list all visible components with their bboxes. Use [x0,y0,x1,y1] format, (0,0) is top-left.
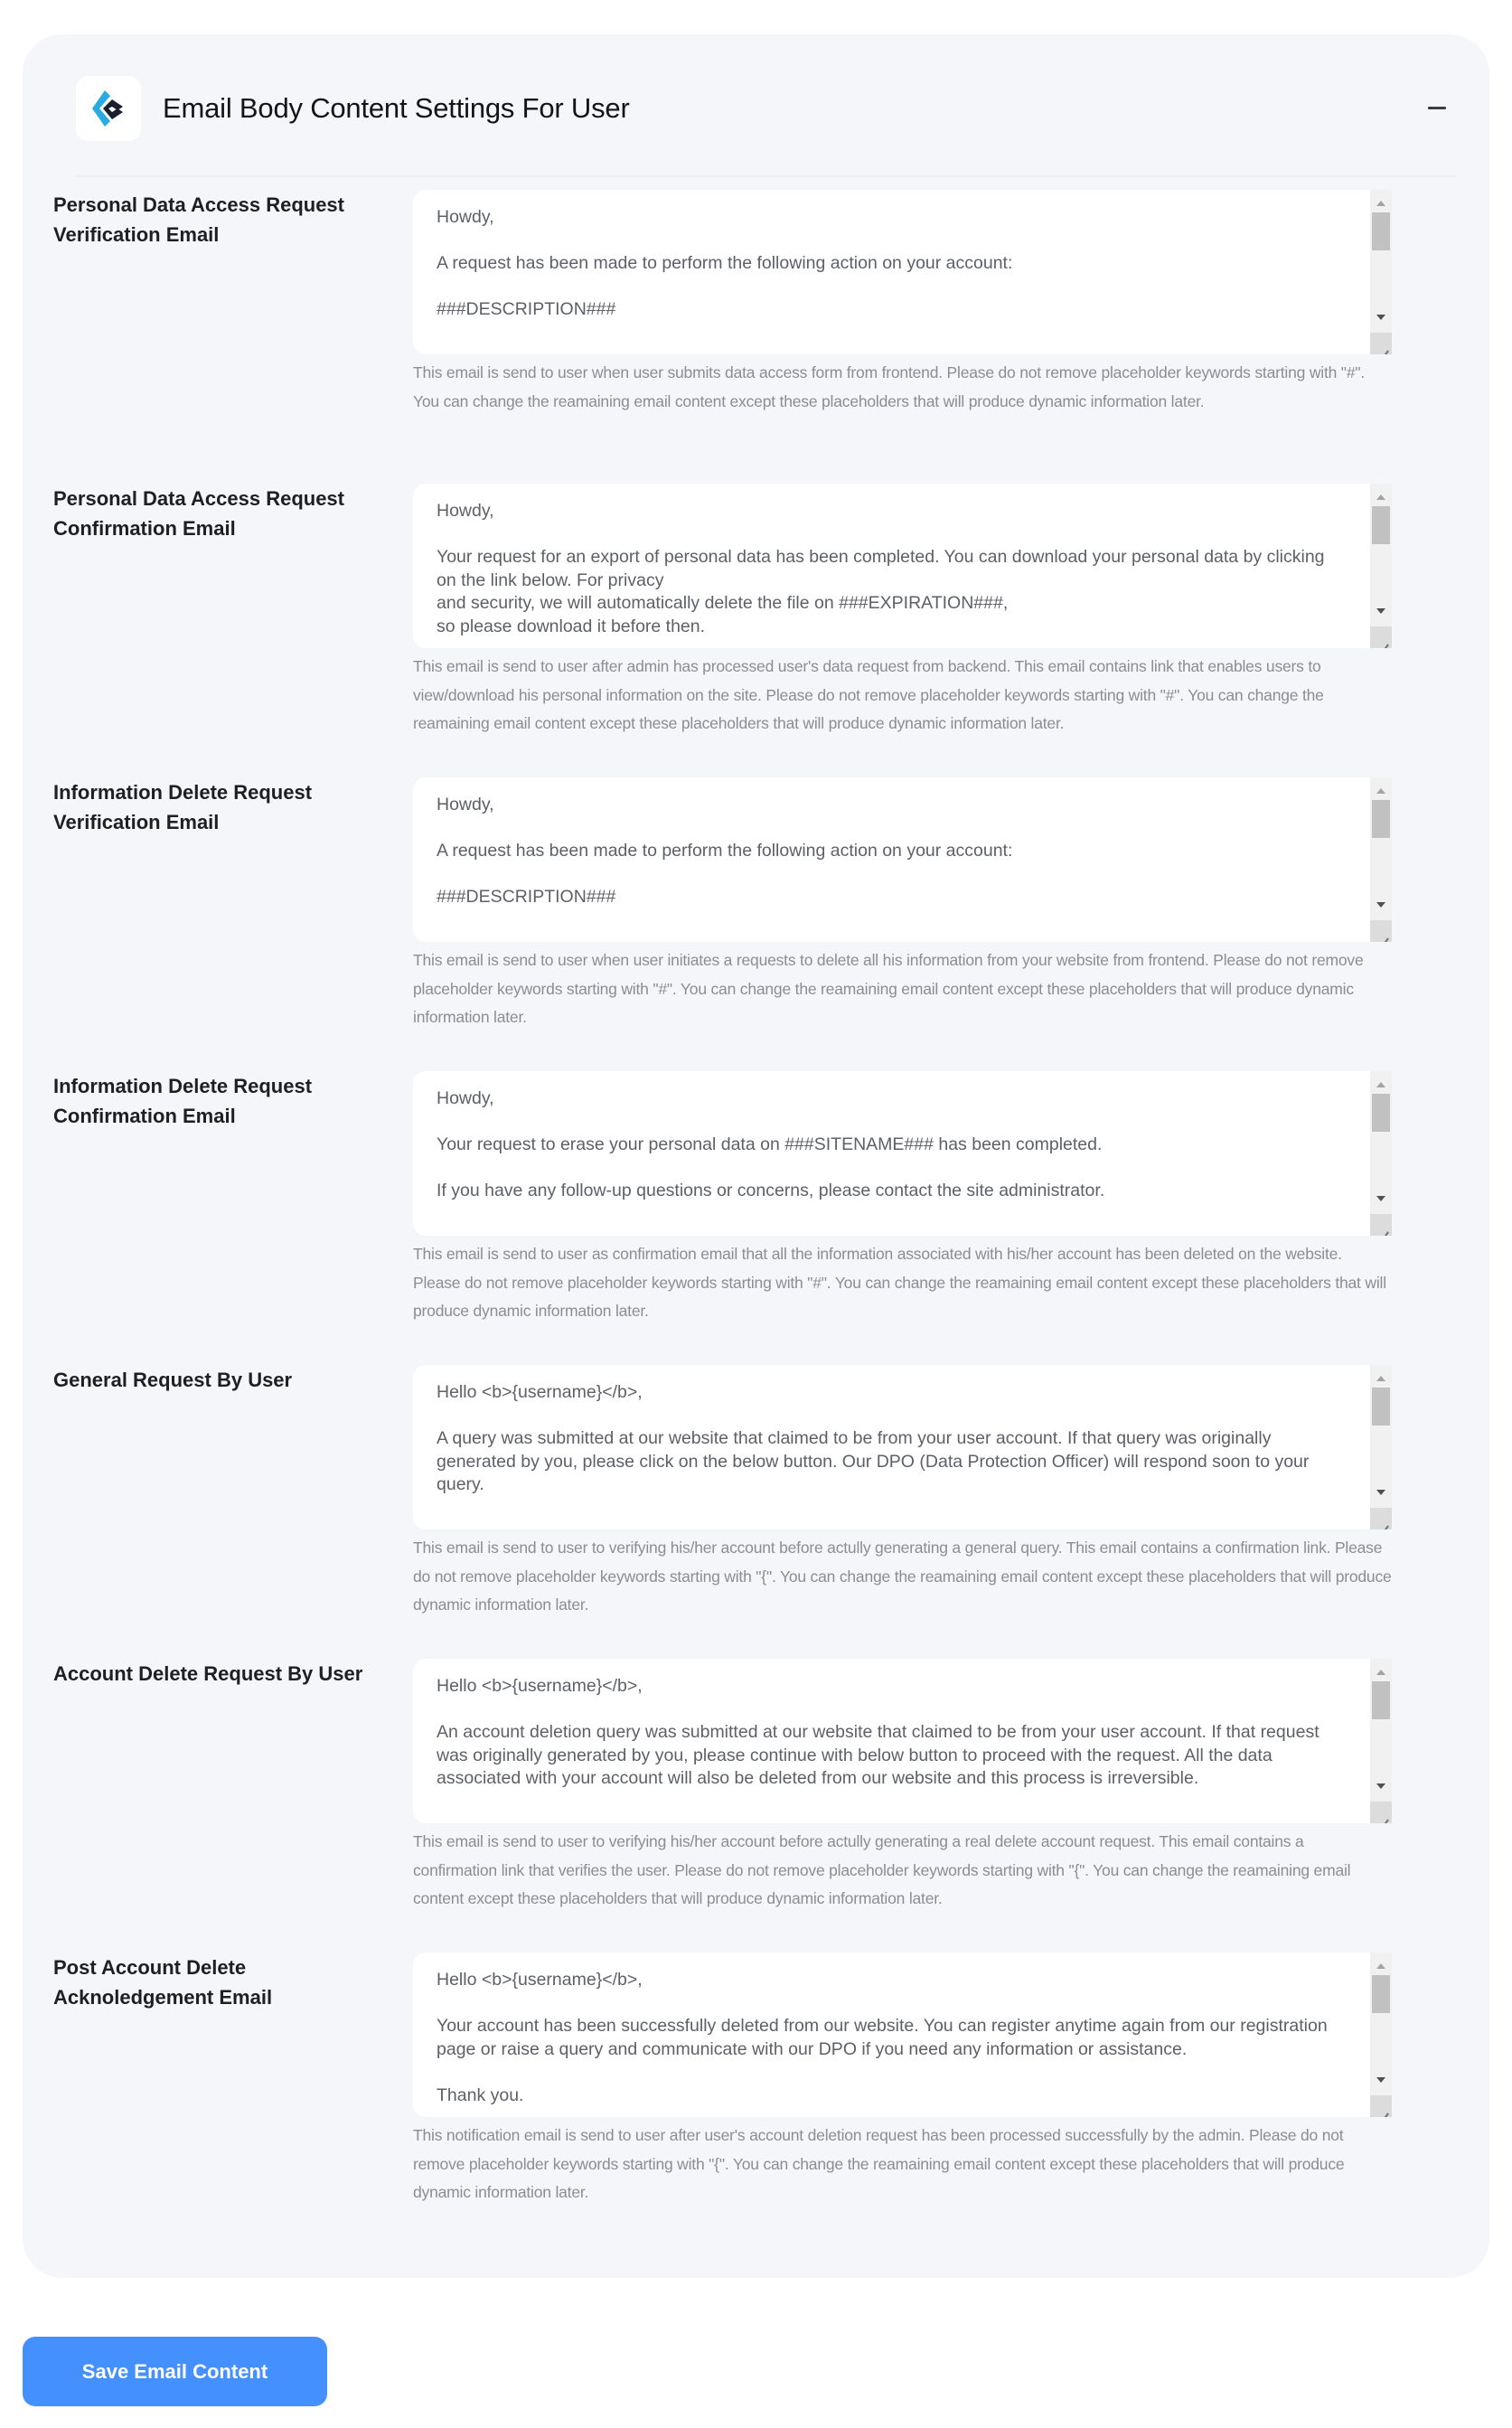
scroll-up-arrow-icon[interactable] [1376,1670,1385,1675]
help-text: This email is send to user to verifying … [413,1832,1351,1907]
help-text: This email is send to user to verifying … [413,1539,1392,1614]
scroll-thumb[interactable] [1372,506,1390,544]
textarea-scrollbar[interactable] [1370,1953,1392,2117]
section-label: Personal Data Access Request Confirmatio… [53,487,344,540]
collapse-minus-icon[interactable] [1426,96,1450,119]
resize-handle-icon[interactable] [1370,333,1392,354]
scroll-thumb[interactable] [1372,1975,1390,2013]
textarea-scrollbar[interactable] [1370,1365,1392,1529]
resize-handle-icon[interactable] [1370,626,1392,648]
brand-logo [76,76,141,141]
section-label: Account Delete Request By User [53,1662,363,1685]
email-body-textarea[interactable] [413,190,1367,354]
email-field: This email is send to user as confirmati… [413,1071,1392,1326]
scroll-up-arrow-icon[interactable] [1376,1082,1385,1087]
email-body-textarea[interactable] [413,1071,1367,1236]
section-label: Information Delete Request Verification … [53,781,313,833]
email-body-textarea[interactable] [413,484,1367,648]
resize-handle-icon[interactable] [1370,2095,1392,2117]
card-header: Email Body Content Settings For User [76,76,1457,177]
email-field: This notification email is send to user … [413,1953,1392,2207]
textarea-scrollbar[interactable] [1370,190,1392,354]
scroll-thumb[interactable] [1372,1681,1390,1719]
help-text: This email is send to user as confirmati… [413,1245,1386,1320]
scroll-thumb[interactable] [1372,800,1390,838]
page-title: Email Body Content Settings For User [163,92,630,124]
email-field: This email is send to user when user sub… [413,190,1392,416]
scroll-down-arrow-icon[interactable] [1376,1783,1385,1789]
email-body-textarea[interactable] [413,1659,1367,1823]
scroll-thumb[interactable] [1372,1388,1390,1426]
resize-handle-icon[interactable] [1370,920,1392,942]
scroll-down-arrow-icon[interactable] [1376,902,1385,908]
textarea-scrollbar[interactable] [1370,777,1392,942]
scroll-down-arrow-icon[interactable] [1376,608,1385,614]
email-field: This email is send to user to verifying … [413,1659,1392,1914]
email-field: This email is send to user to verifying … [413,1365,1392,1620]
resize-handle-icon[interactable] [1370,1802,1392,1823]
brand-logo-chevron-icon [92,90,123,127]
scroll-up-arrow-icon[interactable] [1376,1376,1385,1381]
scroll-thumb[interactable] [1372,1094,1390,1132]
email-body-textarea-wrapper [413,1365,1392,1529]
help-text: This email is send to user when user sub… [413,363,1366,410]
scroll-down-arrow-icon[interactable] [1376,315,1385,320]
textarea-scrollbar[interactable] [1370,1071,1392,1236]
email-field: This email is send to user when user ini… [413,777,1392,1032]
email-body-textarea-wrapper [413,1071,1392,1236]
scroll-up-arrow-icon[interactable] [1376,201,1385,206]
scroll-up-arrow-icon[interactable] [1376,494,1385,500]
scroll-thumb[interactable] [1372,212,1390,250]
email-body-textarea-wrapper [413,777,1392,942]
scroll-up-arrow-icon[interactable] [1376,788,1385,794]
section-label: Information Delete Request Confirmation … [53,1075,313,1127]
email-body-textarea[interactable] [413,1365,1367,1529]
help-text: This email is send to user when user ini… [413,951,1364,1026]
section-label: Personal Data Access Request Verificatio… [53,193,344,246]
textarea-scrollbar[interactable] [1370,1659,1392,1823]
resize-handle-icon[interactable] [1370,1214,1392,1236]
email-body-textarea-wrapper [413,484,1392,648]
email-body-textarea[interactable] [413,777,1367,942]
textarea-scrollbar[interactable] [1370,484,1392,648]
email-field: This email is send to user after admin h… [413,484,1392,739]
section-label: Post Account Delete Acknoledgement Email [53,1956,273,2009]
scroll-down-arrow-icon[interactable] [1376,2077,1385,2083]
resize-handle-icon[interactable] [1370,1508,1392,1529]
scroll-up-arrow-icon[interactable] [1376,1963,1385,1969]
email-body-textarea-wrapper [413,190,1392,354]
section-label: General Request By User [53,1369,293,1391]
help-text: This notification email is send to user … [413,2126,1345,2201]
email-body-textarea-wrapper [413,1953,1392,2117]
help-text: This email is send to user after admin h… [413,657,1324,732]
save-email-content-button[interactable]: Save Email Content [23,2337,327,2406]
scroll-down-arrow-icon[interactable] [1376,1490,1385,1495]
email-body-textarea[interactable] [413,1953,1367,2117]
scroll-down-arrow-icon[interactable] [1376,1196,1385,1201]
email-body-textarea-wrapper [413,1659,1392,1823]
